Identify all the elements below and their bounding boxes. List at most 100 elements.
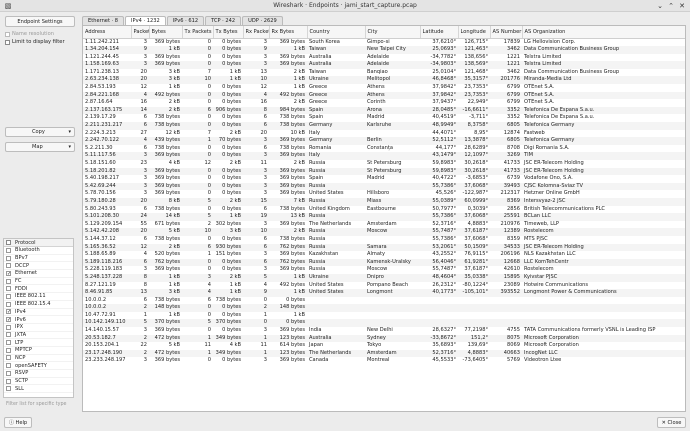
protocol-checkbox[interactable]	[6, 293, 11, 299]
protocol-checkbox[interactable]	[6, 255, 11, 261]
table-row[interactable]: 2.84.53.193 12 1 kB 0 0 bytes 12 1 kB Greece Ath…	[83, 84, 685, 92]
endpoints-table[interactable]: AddressPacketsBytesTx PacketsTx BytesRx …	[82, 25, 686, 412]
table-row[interactable]: 1.11.242.211 3 369 bytes 0 0 bytes 3 369 bytes…	[83, 38, 685, 46]
table-row[interactable]: 5.142.42.208 20 5 kB 10 3 kB 10 2 kB Russia Mosc…	[83, 228, 685, 236]
close-button[interactable]: ✕ Close	[657, 417, 686, 428]
column-header[interactable]: Tx Bytes	[213, 26, 244, 39]
table-row[interactable]: 10.0.0.2 2 148 bytes 0 0 bytes 2 148 bytes	[83, 304, 685, 312]
protocol-checkbox[interactable]	[6, 370, 11, 376]
column-header[interactable]: AS Organization	[522, 26, 685, 39]
table-row[interactable]: 23.17.248.190 2 472 bytes 1 349 bytes 1 123 by…	[83, 349, 685, 358]
table-row[interactable]: 10.47.72.91 1 1 kB 0 0 bytes 1 1 kB	[83, 312, 685, 320]
column-header[interactable]: Packets	[131, 26, 150, 39]
table-row[interactable]: 5.188.65.89 4 520 bytes 1 151 bytes 3 369 byte…	[83, 251, 685, 259]
table-row[interactable]: 14.140.15.57 3 369 bytes 0 0 bytes 3 369 bytes…	[83, 327, 685, 335]
protocol-checkbox[interactable]: ✓	[6, 317, 11, 323]
table-row[interactable]: 5.80.243.93 6 738 bytes 0 0 bytes 6 738 bytes U…	[83, 206, 685, 214]
protocol-item[interactable]: NCP	[4, 355, 73, 363]
table-row[interactable]: 5.18.151.60 23 4 kB 12 2 kB 11 2 kB Russia St Pe…	[83, 160, 685, 168]
protocol-item[interactable]: ✓ Ethernet	[4, 270, 73, 278]
help-button[interactable]: ⓘ Help	[4, 417, 32, 428]
table-row[interactable]: 8.27.121.19 8 1 kB 4 1 kB 4 492 bytes United St…	[83, 282, 685, 290]
column-header[interactable]: Country	[307, 26, 366, 39]
protocol-checkbox[interactable]	[6, 263, 11, 269]
protocol-item[interactable]: FDDI	[4, 285, 73, 294]
table-row[interactable]: 2.137.163.175 14 2 kB 6 906 bytes 8 984 bytes S…	[83, 106, 685, 115]
table-row[interactable]: 2.139.17.29 6 738 bytes 0 0 bytes 6 738 bytes S…	[83, 114, 685, 122]
table-row[interactable]: 5.40.198.217 3 369 bytes 0 0 bytes 3 369 bytes…	[83, 175, 685, 183]
table-row[interactable]: 2.84.221.168 4 492 bytes 0 0 bytes 4 492 bytes…	[83, 91, 685, 100]
protocol-checkbox[interactable]: ✓	[6, 270, 11, 276]
column-header[interactable]: Rx Bytes	[269, 26, 308, 39]
protocol-checkbox[interactable]	[6, 355, 11, 361]
protocol-checkbox[interactable]	[6, 386, 11, 392]
protocol-item[interactable]: IEEE 802.15.4	[4, 301, 73, 309]
table-row[interactable]: 5.189.118.216 6 762 bytes 0 0 bytes 6 762 byte…	[83, 258, 685, 267]
table-row[interactable]: 1.34.204.154 9 1 kB 0 0 bytes 9 1 kB Taiwan New …	[83, 46, 685, 54]
close-icon[interactable]: ✕	[677, 1, 687, 11]
table-row[interactable]: 5.248.137.228 8 1 kB 3 2 kB 5 1 kB Ukraine Dnipr…	[83, 273, 685, 282]
column-header[interactable]: Address	[83, 26, 132, 39]
table-row[interactable]: 1.121.244.45 3 369 bytes 0 0 bytes 3 369 bytes…	[83, 54, 685, 62]
protocol-item[interactable]: ✓ IPv4	[4, 309, 73, 317]
protocol-item[interactable]: DCCP	[4, 262, 73, 271]
table-row[interactable]: 20.153.204.1 22 5 kB 11 4 kB 11 614 bytes Japan…	[83, 342, 685, 350]
maximize-icon[interactable]: ⌃	[666, 1, 676, 11]
tab-endpoint-type[interactable]: IPv4 · 1232	[125, 16, 166, 25]
protocol-item[interactable]: IEEE 802.11	[4, 293, 73, 301]
protocol-item[interactable]: openSAFETY	[4, 362, 73, 370]
tab-endpoint-type[interactable]: IPv6 · 612	[166, 16, 205, 25]
protocol-checkbox[interactable]	[6, 332, 11, 338]
table-row[interactable]: 1.171.238.13 20 3 kB 7 1 kB 13 2 kB Taiwan Banqi…	[83, 69, 685, 77]
table-row[interactable]: 1.158.169.63 3 369 bytes 0 0 bytes 3 369 bytes…	[83, 61, 685, 69]
protocol-filter-input[interactable]: Filter list for specific type	[3, 400, 74, 409]
window-menu-icon[interactable]: ▧	[3, 1, 13, 11]
table-row[interactable]: 2.211.231.217 6 738 bytes 0 0 bytes 6 738 byte…	[83, 122, 685, 130]
column-header[interactable]: AS Number	[490, 26, 523, 39]
tab-endpoint-type[interactable]: UDP · 2629	[242, 16, 283, 25]
protocol-item[interactable]: RSVP	[4, 370, 73, 378]
protocol-item[interactable]: IPX	[4, 324, 73, 332]
protocol-checkbox[interactable]	[6, 278, 11, 284]
table-row[interactable]: 5.11.117.56 3 369 bytes 0 0 bytes 3 369 bytes I…	[83, 152, 685, 160]
map-dropdown[interactable]: Map ▾	[5, 142, 75, 152]
protocol-checkbox[interactable]	[6, 378, 11, 384]
table-row[interactable]: 2.224.3.213 27 12 kB 7 2 kB 20 10 kB Italy 44,40…	[83, 130, 685, 138]
protocol-item[interactable]: JXTA	[4, 332, 73, 340]
table-row[interactable]: 5.78.70.156 3 369 bytes 0 0 bytes 3 369 bytes U…	[83, 190, 685, 198]
table-row[interactable]: 2.87.16.64 16 2 kB 0 0 bytes 16 2 kB Greece Cori…	[83, 99, 685, 107]
table-row[interactable]: 2.63.234.138 20 3 kB 10 1 kB 10 1 kB Ukraine Mel…	[83, 76, 685, 85]
protocol-item[interactable]: BPv7	[4, 255, 73, 263]
minimize-icon[interactable]: ⌄	[655, 1, 665, 11]
protocol-checkbox[interactable]	[6, 347, 11, 353]
protocol-item[interactable]: MPTCP	[4, 347, 73, 355]
table-row[interactable]: 5.42.69.244 3 369 bytes 0 0 bytes 3 369 bytes R…	[83, 182, 685, 191]
column-header[interactable]: Bytes	[149, 26, 183, 39]
table-row[interactable]: 23.233.248.197 3 369 bytes 0 0 bytes 3 369 byt…	[83, 357, 685, 365]
protocol-checkbox[interactable]	[6, 340, 11, 346]
table-row[interactable]: 5.144.37.12 6 738 bytes 0 0 bytes 6 738 bytes R…	[83, 236, 685, 244]
protocol-checkbox[interactable]	[6, 247, 11, 253]
table-row[interactable]: 10.0.0.2 6 738 bytes 6 738 bytes 0 0 bytes	[83, 297, 685, 305]
limit-display-filter-checkbox[interactable]: Limit to display filter	[5, 39, 65, 45]
table-row[interactable]: 8.46.91.85 13 3 kB 4 1 kB 9 1 kB United States L…	[83, 289, 685, 297]
protocol-checkbox[interactable]	[6, 363, 11, 369]
tab-endpoint-type[interactable]: Ethernet · 8	[82, 16, 125, 25]
protocol-checkbox[interactable]	[6, 301, 11, 307]
table-row[interactable]: 5.79.180.28 20 8 kB 5 2 kB 15 7 kB Russia Miass 5…	[83, 197, 685, 206]
protocol-item[interactable]: LTP	[4, 339, 73, 347]
table-row[interactable]: 5.101.208.30 24 14 kB 5 1 kB 19 13 kB Russia 55,…	[83, 213, 685, 221]
table-row[interactable]: 2.242.70.122 4 439 bytes 1 70 bytes 3 369 byte…	[83, 137, 685, 145]
column-header[interactable]: Rx Packets	[243, 26, 270, 39]
endpoint-settings-button[interactable]: Endpoint Settings	[5, 16, 75, 27]
protocol-item[interactable]: ✓ IPv6	[4, 316, 73, 324]
protocol-checkbox[interactable]	[6, 324, 11, 330]
protocol-checkbox[interactable]	[6, 286, 11, 292]
table-row[interactable]: 5.129.209.154 55 671 bytes 2 302 bytes 3 369 b…	[83, 221, 685, 229]
protocol-item[interactable]: SCTP	[4, 378, 73, 386]
column-header[interactable]: City	[365, 26, 421, 39]
column-header[interactable]: Longitude	[458, 26, 491, 39]
table-row[interactable]: 5.18.201.82 3 369 bytes 0 0 bytes 3 369 bytes R…	[83, 167, 685, 176]
protocol-item[interactable]: SLL	[4, 385, 73, 394]
table-row[interactable]: 20.53.182.7 2 472 bytes 1 349 bytes 1 123 byte…	[83, 334, 685, 343]
